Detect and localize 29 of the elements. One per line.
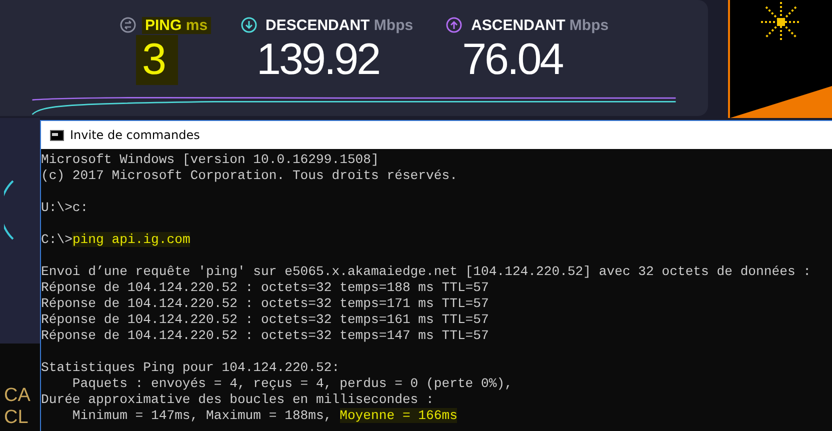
terminal-line: Microsoft Windows [version 10.0.16299.1508]: [41, 152, 380, 168]
terminal-line: U:\>c:: [41, 200, 90, 216]
gauge-arc-drawing: [4, 180, 14, 240]
terminal-line: Réponse de 104.124.220.52 : octets=32 temps=147 ms TTL=57: [41, 328, 490, 344]
metric-value: 139.92: [256, 35, 380, 85]
highlighted-text: ping api.ig.com: [72, 232, 190, 247]
download-icon: [240, 17, 257, 33]
terminal-line: Statistiques Ping pour 104.124.220.52:: [41, 360, 341, 376]
upload-icon: [446, 17, 462, 33]
terminal-line: Réponse de 104.124.220.52 : octets=32 temps=161 ms TTL=57: [41, 312, 490, 328]
metric-label: DESCENDANT Mbps: [264, 16, 414, 34]
metric-value: 3: [136, 35, 178, 85]
background-text: CA: [4, 385, 32, 407]
terminal-line: Paquets : envoyés = 4, reçus = 4, perdus = 0 (perte 0%),: [71, 376, 514, 392]
terminal-line: Durée approximative des boucles en millisecondes :: [41, 392, 435, 408]
metric-label: PING ms: [142, 16, 211, 34]
terminal-text: Minimum = 147ms, Maximum = 188ms,: [71, 408, 333, 423]
metric-label: ASCENDANT Mbps: [470, 16, 610, 34]
terminal-text: C:\>: [41, 232, 72, 247]
window-title: Invite de commandes: [70, 128, 200, 142]
metric-value: 76.04: [461, 35, 562, 85]
background-text: CL: [4, 407, 30, 429]
ping-icon: [120, 17, 136, 33]
terminal-line: Réponse de 104.124.220.52 : octets=32 temps=171 ms TTL=57: [41, 296, 490, 312]
terminal-line: Envoi d’une requête 'ping' sur e5065.x.akamaiedge.net [104.124.220.52] avec 32 octets de données :: [41, 264, 812, 280]
highlighted-text: Moyenne = 166ms: [340, 408, 458, 423]
terminal-line: (c) 2017 Microsoft Corporation. Tous droits réservés.: [41, 168, 458, 184]
terminal-line: Réponse de 104.124.220.52 : octets=32 temps=188 ms TTL=57: [41, 280, 490, 296]
terminal-icon: [50, 130, 64, 140]
